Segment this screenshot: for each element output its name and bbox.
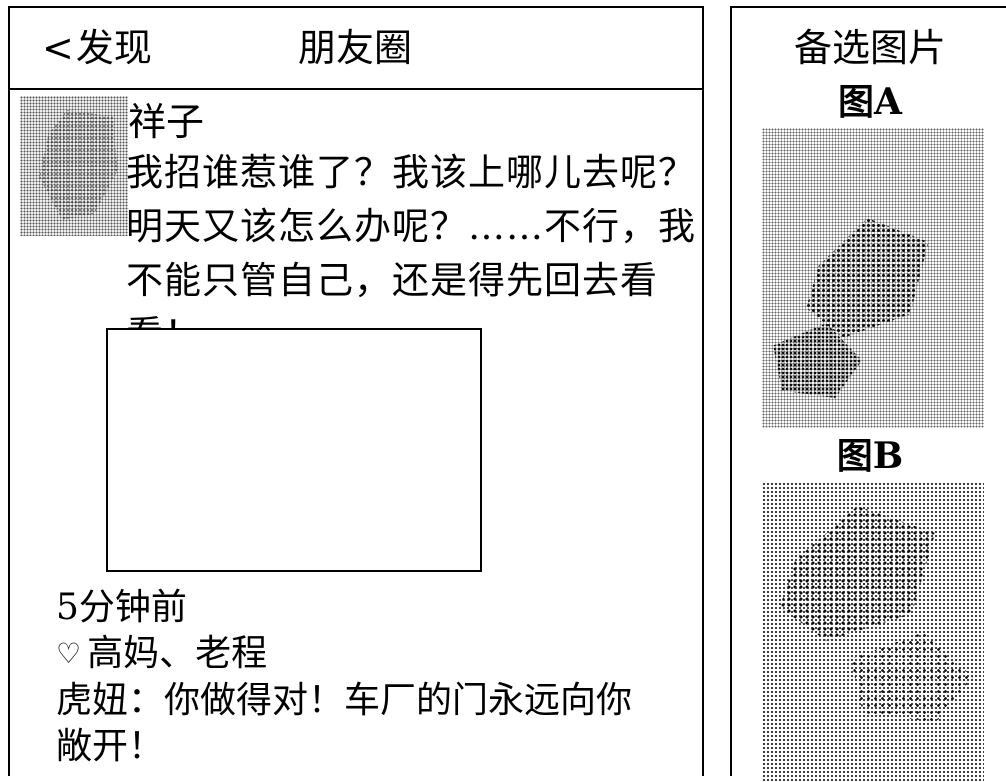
options-panel: 备选图片 图A 图B <box>730 6 1006 782</box>
post-time: 5分钟前 <box>56 587 187 628</box>
comment: 虎妞：你做得对！车厂的门永远向你敞开！ <box>56 680 633 767</box>
image-b-label: 图B <box>836 435 904 477</box>
back-label: 发现 <box>75 26 152 70</box>
moments-phone-panel: <发现 朋友圈 祥子 我招谁惹谁了？我该上哪儿去呢？明天又该怎么办呢？……不行，… <box>8 6 704 776</box>
likes-row: ♡ 高妈、老程 <box>56 632 267 678</box>
image-a-label: 图A <box>838 81 902 123</box>
image-b[interactable] <box>762 482 984 782</box>
nav-bar: <发现 朋友圈 <box>10 8 702 90</box>
options-title: 备选图片 <box>793 26 946 70</box>
image-a[interactable] <box>762 128 984 428</box>
post-image-placeholder[interactable] <box>106 328 482 572</box>
avatar[interactable] <box>20 96 128 236</box>
back-button[interactable]: <发现 <box>42 26 152 70</box>
back-chevron-icon: < <box>42 26 74 70</box>
post-author[interactable]: 祥子 <box>128 100 204 144</box>
page-title: 朋友圈 <box>298 26 413 70</box>
likes-names: 高妈、老程 <box>87 633 268 674</box>
heart-icon: ♡ <box>56 637 82 670</box>
